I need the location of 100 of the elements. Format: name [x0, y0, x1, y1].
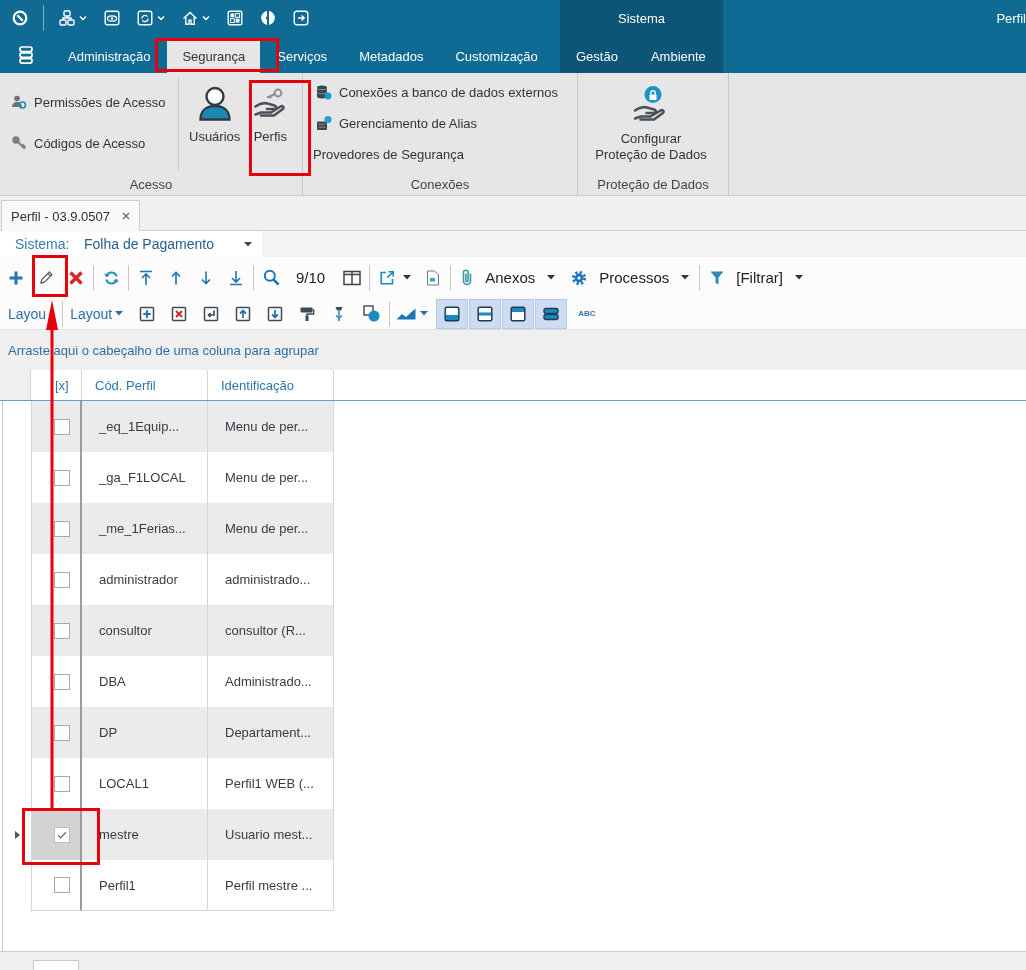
- server-icon: [316, 115, 332, 131]
- ribbon-button[interactable]: Conexões a banco de dados externos: [313, 82, 558, 102]
- area-chart-icon: [396, 307, 417, 320]
- ribbon-tab[interactable]: Ambiente: [635, 40, 721, 73]
- database-icon: [316, 84, 332, 100]
- pencil-icon: [38, 269, 54, 286]
- layout-menu-button[interactable]: Layout: [70, 300, 124, 327]
- column-header[interactable]: [x]: [31, 370, 82, 400]
- row-middle-icon: [477, 305, 494, 322]
- ribbon-tab[interactable]: Metadados: [344, 40, 439, 73]
- row-style-toggle[interactable]: [535, 298, 568, 329]
- ribbon-tab[interactable]: Customização: [440, 40, 553, 73]
- stack-icon: [17, 45, 34, 64]
- checkbox[interactable]: [54, 469, 70, 486]
- row-top-icon: [510, 305, 527, 322]
- row-style-toggle[interactable]: [436, 298, 469, 329]
- caret-icon: [547, 275, 556, 280]
- row-style-toggle[interactable]: [469, 298, 502, 329]
- filter-button[interactable]: [Filtrar]: [702, 262, 811, 293]
- table-cell: Perfil mestre ...: [208, 860, 334, 911]
- sitemap-icon: [59, 10, 75, 26]
- close-icon: [122, 212, 130, 220]
- row-indicator-icon: [14, 830, 20, 839]
- table-cell: _me_1Ferias...: [82, 503, 208, 554]
- home-icon: [182, 10, 198, 26]
- ribbon-button[interactable]: Gerenciamento de Alias: [313, 113, 478, 133]
- checkbox[interactable]: [54, 775, 70, 792]
- window-grid-icon: [227, 10, 243, 26]
- column-header[interactable]: Cód. Perfil: [82, 370, 208, 400]
- circle-slash-icon: [12, 10, 28, 26]
- table-cell: Menu de per...: [208, 401, 334, 452]
- caret-icon: [420, 311, 429, 316]
- external-link-icon: [379, 269, 396, 286]
- chevron-down-icon: [79, 14, 87, 22]
- boxed-cross-icon: [171, 305, 188, 322]
- chevron-down-icon: [157, 14, 165, 22]
- document-icon: [426, 269, 441, 286]
- ribbon-tab[interactable]: Administração: [53, 40, 166, 73]
- columns-icon: [343, 269, 362, 286]
- checkbox[interactable]: [54, 673, 70, 690]
- user-icon: [196, 85, 233, 121]
- checkbox[interactable]: [54, 418, 70, 435]
- cross-icon: [68, 269, 84, 286]
- table-cell: consultor: [82, 605, 208, 656]
- checkbox[interactable]: [54, 877, 70, 893]
- document-tab[interactable]: Perfil - 03.9.0507: [1, 200, 140, 231]
- caret-icon: [403, 275, 412, 280]
- annotation-box: [32, 255, 68, 297]
- gear-icon: [571, 269, 588, 286]
- table-cell: Departament...: [208, 707, 334, 758]
- caret-icon: [115, 311, 124, 316]
- rows-icon: [543, 305, 560, 322]
- table-cell: _eq_1Equip...: [82, 401, 208, 452]
- table-cell: Perfil1: [82, 860, 208, 911]
- truncated-layout-button[interactable]: Layou: [8, 300, 47, 327]
- checkbox[interactable]: [54, 826, 70, 843]
- table-cell: DP: [82, 707, 208, 758]
- table-cell: Menu de per...: [208, 503, 334, 554]
- boxed-plus-icon: [139, 305, 156, 322]
- checkbox[interactable]: [54, 571, 70, 588]
- paint-roller-icon: [299, 305, 316, 322]
- column-header[interactable]: Identificação: [208, 370, 334, 400]
- shapes-icon: [362, 305, 380, 322]
- caret-icon: [681, 275, 690, 280]
- checkbox[interactable]: [54, 724, 70, 741]
- row-style-toggle[interactable]: [502, 298, 535, 329]
- boxed-arrow-down-icon: [267, 305, 284, 322]
- ribbon-large-button[interactable]: Configurar Proteção de Dados: [591, 73, 711, 167]
- ribbon-button[interactable]: Permissões de Acesso: [8, 92, 166, 112]
- attachments-button[interactable]: Anexos: [453, 262, 564, 293]
- paperclip-icon: [461, 269, 474, 286]
- ribbon-group-label: Acesso: [129, 176, 173, 192]
- window-refresh-icon: [137, 10, 153, 26]
- checkmark-icon: [57, 830, 67, 839]
- table-cell: mestre: [82, 809, 208, 860]
- window-eye-icon: [104, 10, 120, 26]
- spell-check-button[interactable]: ABC: [577, 305, 597, 322]
- boxed-return-icon: [203, 305, 220, 322]
- chevron-down-icon: [202, 14, 210, 22]
- record-counter: 9/10: [296, 269, 326, 286]
- context-group-label: Sistema: [618, 10, 665, 26]
- system-dropdown[interactable]: Folha de Pagamento: [84, 232, 262, 256]
- search-icon: [262, 269, 280, 286]
- filter-icon: [710, 269, 725, 286]
- ribbon-button[interactable]: Provedores de Segurança: [313, 144, 465, 164]
- processes-button[interactable]: Processos: [563, 262, 698, 293]
- ribbon-group-label: Proteção de Dados: [597, 176, 709, 192]
- arrow-to-bottom-icon: [228, 269, 244, 286]
- ribbon-button[interactable]: Códigos de Acesso: [8, 133, 146, 153]
- ribbon-large-button[interactable]: Perfis: [248, 73, 293, 149]
- ribbon-tab[interactable]: Serviços: [262, 40, 343, 73]
- ribbon-tab[interactable]: Gestão: [561, 40, 633, 73]
- refresh-icon: [102, 269, 120, 286]
- key-icon: [11, 135, 27, 151]
- caret-icon: [794, 275, 803, 280]
- window-title: Perfil: [996, 10, 1026, 26]
- ribbon-large-button[interactable]: Usuários: [185, 73, 245, 149]
- ribbon-group-label: Conexões: [410, 176, 470, 192]
- checkbox[interactable]: [54, 520, 70, 537]
- checkbox[interactable]: [54, 622, 70, 639]
